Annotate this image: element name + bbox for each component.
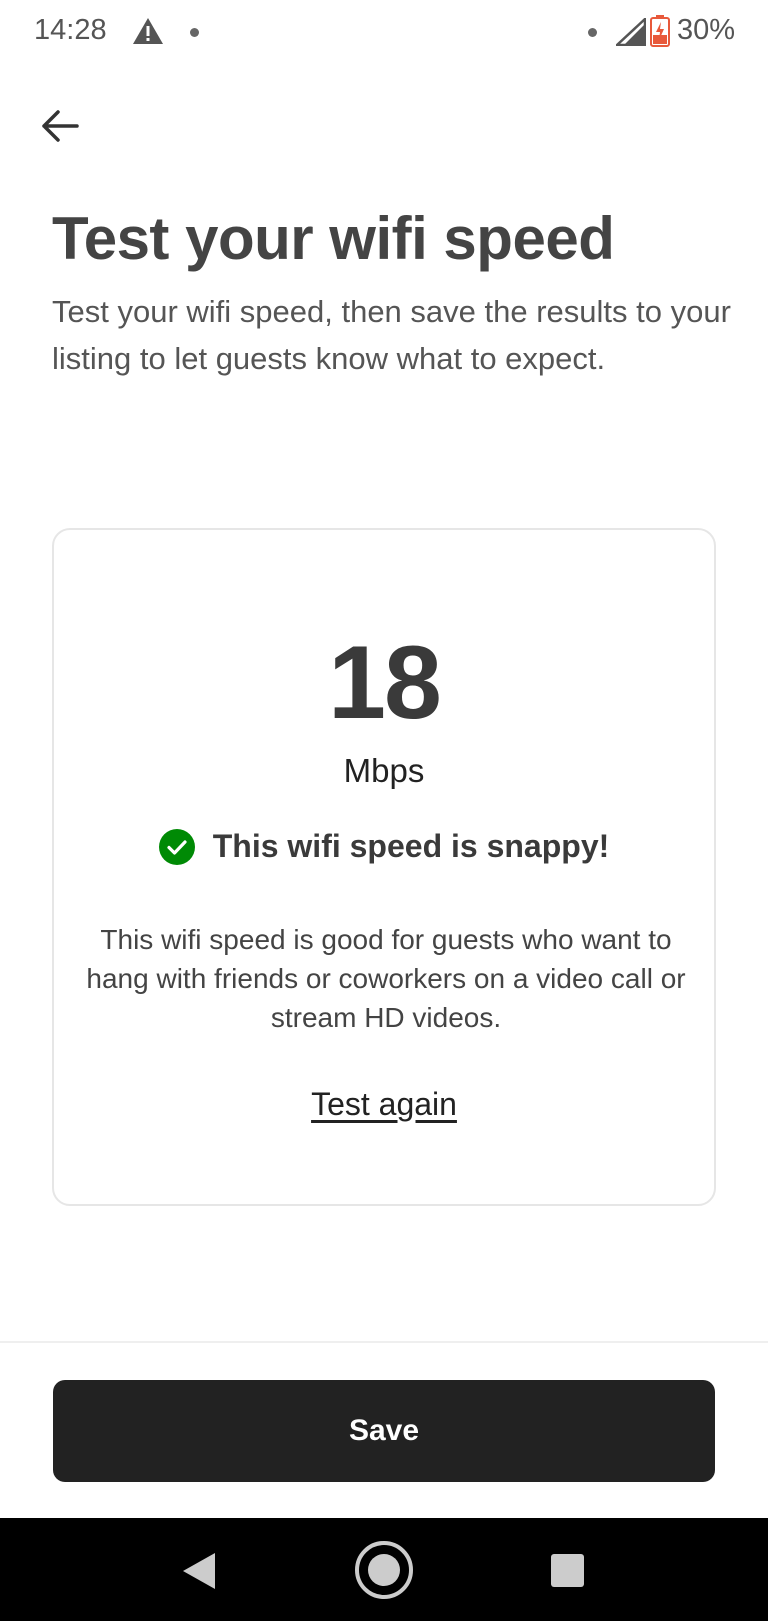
speed-rating: This wifi speed is snappy! (54, 828, 714, 865)
arrow-left-icon (42, 110, 79, 142)
speed-unit: Mbps (343, 752, 425, 789)
status-time: 14:28 (34, 14, 107, 46)
page-subtitle: Test your wifi speed, then save the resu… (52, 294, 731, 376)
speed-value: 18 (328, 625, 442, 741)
test-again-row: Test again (54, 1086, 714, 1123)
battery-percent: 30% (677, 14, 736, 46)
battery-charging-icon (650, 15, 670, 47)
save-button[interactable]: Save (53, 1380, 715, 1482)
status-bar: 14:28 30% (0, 0, 768, 66)
notification-dot-icon (190, 28, 199, 37)
rating-description: This wifi speed is good for guests who w… (86, 924, 686, 1033)
notification-dot-icon (588, 28, 597, 37)
test-again-link[interactable]: Test again (311, 1086, 457, 1122)
nav-home-icon[interactable] (354, 1540, 414, 1600)
signal-icon (616, 18, 646, 46)
speed-result-card: 18 Mbps This wifi speed is snappy! This … (52, 528, 716, 1206)
back-button[interactable] (30, 96, 90, 156)
check-circle-icon (158, 828, 195, 865)
rating-text: This wifi speed is snappy! (212, 828, 610, 864)
warning-icon (133, 18, 163, 44)
page-title: Test your wifi speed (52, 205, 615, 272)
nav-recents-icon[interactable] (551, 1554, 584, 1587)
system-nav-bar (0, 1518, 768, 1621)
nav-back-icon[interactable] (182, 1552, 216, 1590)
footer-divider (0, 1341, 768, 1343)
